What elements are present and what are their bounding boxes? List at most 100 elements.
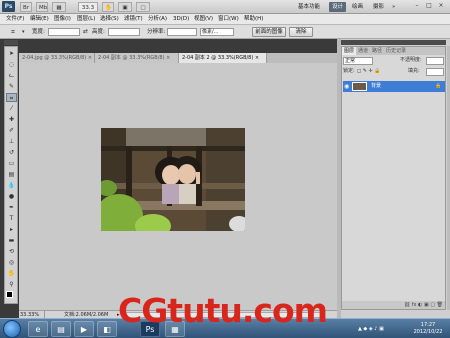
quick-selection-tool-icon[interactable]: ✎ xyxy=(6,82,17,91)
height-label: 高度: xyxy=(92,29,105,35)
dodge-tool-icon[interactable]: ● xyxy=(6,192,17,201)
blend-mode-select[interactable]: 正常 xyxy=(343,57,373,65)
lock-pixels-icons[interactable]: ◻ ✎ ✛ 🔒 xyxy=(357,68,381,75)
preset-dropdown-icon[interactable]: ▾ xyxy=(22,30,26,35)
type-tool-icon[interactable]: T xyxy=(6,214,17,223)
crop-tool-icon[interactable]: ⌗ xyxy=(6,93,17,102)
system-tray-icons[interactable]: ▲ ◆ ◈ ♪ ▣ xyxy=(358,325,404,333)
screen-mode-icon[interactable]: ▢ xyxy=(136,2,150,12)
taskbar-time[interactable]: 17:27 xyxy=(408,322,448,329)
resolution-label: 分辨率: xyxy=(147,29,166,35)
tab-document-2-04[interactable]: 2-04.jpg @ 33.3%(RGB/8) × xyxy=(19,53,95,63)
watermark-logo: CGtutu.com xyxy=(118,291,328,330)
tab-layers[interactable]: 图层 xyxy=(342,47,357,55)
document-tabs: 2-04.jpg @ 33.3%(RGB/8) × 2-04 副本 @ 33.3… xyxy=(19,53,337,63)
start-button[interactable] xyxy=(3,320,21,338)
layers-panel-footer-icons[interactable]: ⛓ fx ◐ ▣ ▢ 🗑 xyxy=(342,301,445,309)
fill-label: 填充: xyxy=(408,68,420,74)
zoom-level-field[interactable]: 33.3 xyxy=(78,2,98,12)
workspace-painting[interactable]: 绘画 xyxy=(352,2,363,12)
healing-brush-tool-icon[interactable]: ✚ xyxy=(6,115,17,124)
mini-bridge-button[interactable]: Mb xyxy=(36,2,48,12)
menu-select[interactable]: 选择(S) xyxy=(100,15,119,24)
layer-thumbnail xyxy=(352,82,367,91)
taskbar-app-icon[interactable]: ◧ xyxy=(97,321,117,337)
menu-help[interactable]: 帮助(H) xyxy=(244,15,263,24)
3d-rotate-tool-icon[interactable]: ⟲ xyxy=(6,247,17,256)
options-bar: ⌗ ▾ 宽度: ⇄ 高度: 分辨率: 像素/... 前面的图像 清除 xyxy=(0,25,450,39)
menu-bar: 文件(F) 编辑(E) 图像(I) 图层(L) 选择(S) 滤镜(T) 分析(A… xyxy=(0,14,450,25)
menu-edit[interactable]: 编辑(E) xyxy=(30,15,49,24)
blur-tool-icon[interactable]: 💧 xyxy=(6,181,17,190)
menu-analysis[interactable]: 分析(A) xyxy=(148,15,167,24)
pen-tool-icon[interactable]: ✒ xyxy=(6,203,17,212)
opacity-label: 不透明度: xyxy=(400,57,422,63)
resolution-input[interactable] xyxy=(167,28,197,36)
photo-image xyxy=(101,128,245,231)
hand-tool-icon-panel[interactable]: ✋ xyxy=(6,269,17,278)
clone-stamp-tool-icon[interactable]: ⊥ xyxy=(6,137,17,146)
eraser-tool-icon[interactable]: ▭ xyxy=(6,159,17,168)
view-extras-button[interactable]: ▦ xyxy=(52,2,66,12)
foreground-color-swatch[interactable] xyxy=(6,291,13,298)
marquee-tool-icon[interactable]: ◌ xyxy=(6,60,17,69)
layers-panel-tabs: 图层 通道 路径 历史记录 xyxy=(342,47,445,55)
visibility-eye-icon[interactable]: ◉ xyxy=(344,83,350,90)
menu-view[interactable]: 视图(V) xyxy=(194,15,213,24)
front-image-button[interactable]: 前面的图像 xyxy=(252,27,286,37)
tools-panel: ➤ ◌ ᓚ ✎ ⌗ ⁄ ✚ ✐ ⊥ ↺ ▭ ▤ 💧 ● ✒ T ▸ ▬ ⟲ ◎ … xyxy=(4,46,18,304)
document-photo[interactable] xyxy=(101,128,245,231)
eyedropper-tool-icon[interactable]: ⁄ xyxy=(6,104,17,113)
application-bar: Ps Br Mb ▦ 33.3 ✋ ▣ ▢ 基本功能 设计 绘画 摄影 » – … xyxy=(0,0,450,14)
zoom-tool-icon[interactable]: ⚲ xyxy=(6,280,17,289)
resolution-unit-select[interactable]: 像素/... xyxy=(200,28,234,36)
arrange-documents-icon[interactable]: ▣ xyxy=(118,2,132,12)
tab-paths[interactable]: 路径 xyxy=(370,47,384,55)
panel-group-header[interactable] xyxy=(341,40,446,45)
menu-file[interactable]: 文件(F) xyxy=(6,15,24,24)
gradient-tool-icon[interactable]: ▤ xyxy=(6,170,17,179)
fill-input[interactable] xyxy=(426,68,444,76)
tab-document-2-04-copy[interactable]: 2-04 副本 @ 33.3%(RGB/8) × xyxy=(95,53,179,63)
tab-history[interactable]: 历史记录 xyxy=(384,47,408,55)
tab-document-2-04-copy-2[interactable]: 2-04 副本 2 @ 33.3%(RGB/8) × xyxy=(179,53,267,63)
workspace-essentials[interactable]: 基本功能 xyxy=(298,2,320,12)
crop-tool-preset-icon[interactable]: ⌗ xyxy=(6,27,20,37)
maximize-icon[interactable]: □ xyxy=(424,1,434,11)
width-input[interactable] xyxy=(48,28,80,36)
workspace-photography[interactable]: 摄影 xyxy=(373,2,384,12)
menu-3d[interactable]: 3D(D) xyxy=(173,15,189,24)
width-label: 宽度: xyxy=(32,29,45,35)
shape-tool-icon[interactable]: ▬ xyxy=(6,236,17,245)
menu-layer[interactable]: 图层(L) xyxy=(77,15,95,24)
move-tool-icon[interactable]: ➤ xyxy=(6,49,17,58)
taskbar-explorer-icon[interactable]: ▤ xyxy=(51,321,71,337)
workspace-design[interactable]: 设计 xyxy=(329,2,347,12)
menu-window[interactable]: 窗口(W) xyxy=(218,15,239,24)
taskbar-ie-icon[interactable]: e xyxy=(28,321,48,337)
taskbar-media-player-icon[interactable]: ▶ xyxy=(74,321,94,337)
layer-name[interactable]: 背景 xyxy=(371,83,381,90)
tab-channels[interactable]: 通道 xyxy=(356,47,370,55)
tools-panel-header[interactable] xyxy=(4,40,18,45)
menu-filter[interactable]: 滤镜(T) xyxy=(124,15,143,24)
3d-camera-tool-icon[interactable]: ◎ xyxy=(6,258,17,267)
brush-tool-icon[interactable]: ✐ xyxy=(6,126,17,135)
opacity-input[interactable] xyxy=(426,57,444,65)
layer-lock-icon: 🔒 xyxy=(435,83,442,89)
taskbar-date[interactable]: 2012/10/22 xyxy=(408,329,448,336)
menu-image[interactable]: 图像(I) xyxy=(54,15,71,24)
hand-tool-icon[interactable]: ✋ xyxy=(102,2,114,12)
height-input[interactable] xyxy=(108,28,140,36)
swap-dimensions-icon[interactable]: ⇄ xyxy=(83,28,88,36)
more-workspaces-button[interactable]: » xyxy=(392,2,395,12)
lock-label: 锁定: xyxy=(343,68,355,74)
path-selection-tool-icon[interactable]: ▸ xyxy=(6,225,17,234)
clear-button[interactable]: 清除 xyxy=(289,27,313,37)
history-brush-tool-icon[interactable]: ↺ xyxy=(6,148,17,157)
layer-row-background[interactable]: ◉ 背景 🔒 xyxy=(343,81,445,92)
lasso-tool-icon[interactable]: ᓚ xyxy=(6,71,17,80)
minimize-icon[interactable]: – xyxy=(412,1,422,11)
bridge-button[interactable]: Br xyxy=(20,2,32,12)
close-icon[interactable]: × xyxy=(436,1,446,11)
